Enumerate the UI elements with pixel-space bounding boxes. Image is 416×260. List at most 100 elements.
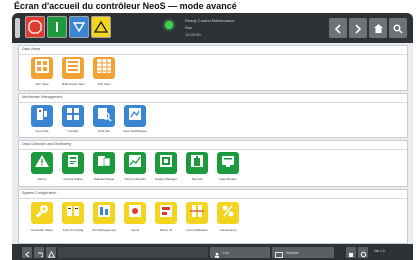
tool-management-icon <box>96 203 112 223</box>
section-data-collection: Data Collection and Monitoring Alarms Co… <box>18 140 408 187</box>
down-triangle-icon <box>72 20 86 34</box>
section-data-views: Data Views Run View Multi Group View Tex… <box>18 45 408 91</box>
search-icon <box>393 19 403 38</box>
footer-stop-button[interactable] <box>346 247 356 258</box>
search-button[interactable] <box>389 18 407 38</box>
tile-find-file[interactable] <box>93 105 115 127</box>
monitor-icon <box>220 153 236 173</box>
tile-tool-management[interactable] <box>93 202 115 224</box>
undo-icon <box>36 243 43 260</box>
find-file-icon <box>96 106 112 126</box>
io-config-icon <box>65 203 81 223</box>
file-goto-icon <box>34 106 50 126</box>
footer-warning-button[interactable] <box>46 247 56 258</box>
status-line-1: Ready Control Maintenance <box>185 18 235 23</box>
mode-button[interactable] <box>69 16 89 38</box>
home-button[interactable] <box>369 18 387 38</box>
user-icon <box>214 243 220 260</box>
tile-run-view[interactable] <box>31 57 53 79</box>
section-divider <box>19 198 407 199</box>
calibration-icon <box>189 203 205 223</box>
settings-icon <box>360 243 367 260</box>
controller-screen: Ready Control Maintenance Run 12:00:00 D… <box>12 13 413 260</box>
inputs-icon <box>127 203 143 223</box>
tile-controller-setup[interactable] <box>31 202 53 224</box>
tile-label: Data Monitor <box>219 177 237 181</box>
back-icon <box>24 243 31 260</box>
tile-trend-collection[interactable] <box>124 152 146 174</box>
table-view-icon <box>96 58 112 78</box>
footer-settings-button[interactable] <box>358 247 368 258</box>
tile-label: Conversions <box>219 228 237 232</box>
back-button[interactable] <box>329 18 347 38</box>
footer-info: Info 1.0 <box>374 249 385 253</box>
section-divider <box>19 149 407 150</box>
supply-icon <box>158 153 174 173</box>
top-bar: Ready Control Maintenance Run 12:00:00 <box>12 13 413 43</box>
footer-back-button[interactable] <box>22 247 32 258</box>
footer-undo-button[interactable] <box>34 247 44 258</box>
status-line-2: Run <box>185 25 193 30</box>
footer-message-area <box>58 247 208 258</box>
page-caption: Écran d'accueil du contrôleur NeoS — mod… <box>14 1 237 11</box>
data-exchange-icon <box>96 153 112 173</box>
view-routine-icon <box>127 106 143 126</box>
tile-inputs[interactable] <box>124 202 146 224</box>
tool-life-icon <box>189 153 205 173</box>
trend-icon <box>127 153 143 173</box>
section-system-configuration: System Configuration Controller Setup Jo… <box>18 189 408 244</box>
tile-limit-calibration[interactable] <box>186 202 208 224</box>
warning-button[interactable] <box>91 16 111 38</box>
macro-io-icon <box>158 203 174 223</box>
warning-triangle-icon <box>94 20 108 34</box>
section-title: Data Views <box>22 47 41 51</box>
wrench-icon <box>34 203 50 223</box>
tile-joint-io-config[interactable] <box>62 202 84 224</box>
home-content: Data Views Run View Multi Group View Tex… <box>18 45 408 244</box>
control-status-icon <box>65 153 81 173</box>
conversions-icon <box>220 203 236 223</box>
footer-live-tab[interactable]: Live <box>210 247 270 258</box>
section-title: System Configuration <box>22 191 57 195</box>
machine-icon <box>275 243 283 260</box>
status-green-icon <box>52 20 62 34</box>
tile-go-to-file[interactable] <box>31 105 53 127</box>
grid-view-icon <box>34 58 50 78</box>
tile-data-exchange[interactable] <box>93 152 115 174</box>
section-divider <box>19 102 407 103</box>
alarm-icon <box>34 153 50 173</box>
tile-multi-group-view[interactable] <box>62 57 84 79</box>
tile-control-status[interactable] <box>62 152 84 174</box>
status-line-3: 12:00:00 <box>185 32 201 37</box>
tile-supply-manager[interactable] <box>155 152 177 174</box>
bottom-bar: Live Machine Info 1.0 <box>12 244 413 260</box>
tile-label: Text View <box>97 82 111 86</box>
tile-alarms[interactable] <box>31 152 53 174</box>
section-title: Data Collection and Monitoring <box>22 142 72 146</box>
tile-data-monitor[interactable] <box>217 152 239 174</box>
home-icon <box>373 19 384 38</box>
footer-mode-display[interactable]: Machine <box>272 247 334 258</box>
section-title: Mechanism Management <box>22 95 63 99</box>
forward-button[interactable] <box>349 18 367 38</box>
transfer-icon <box>65 106 81 126</box>
tile-text-view[interactable] <box>93 57 115 79</box>
footer-live-label: Live <box>223 250 230 255</box>
warning-icon <box>47 243 55 260</box>
tile-conversions[interactable] <box>217 202 239 224</box>
section-divider <box>19 54 407 55</box>
status-button[interactable] <box>47 16 67 38</box>
back-arrow-icon <box>333 19 343 38</box>
tile-transfer[interactable] <box>62 105 84 127</box>
tile-label: View Tool/Routine <box>123 129 147 133</box>
footer-mode-label: Machine <box>286 250 299 255</box>
list-view-icon <box>65 58 81 78</box>
status-indicator-icon <box>165 21 173 29</box>
tile-macro-io[interactable] <box>155 202 177 224</box>
tile-tool-life[interactable] <box>186 152 208 174</box>
stop-button[interactable] <box>25 16 45 38</box>
forward-arrow-icon <box>353 19 363 38</box>
panel-handle[interactable] <box>15 18 20 38</box>
stop-icon <box>28 20 42 34</box>
tile-view-tool-routine[interactable] <box>124 105 146 127</box>
